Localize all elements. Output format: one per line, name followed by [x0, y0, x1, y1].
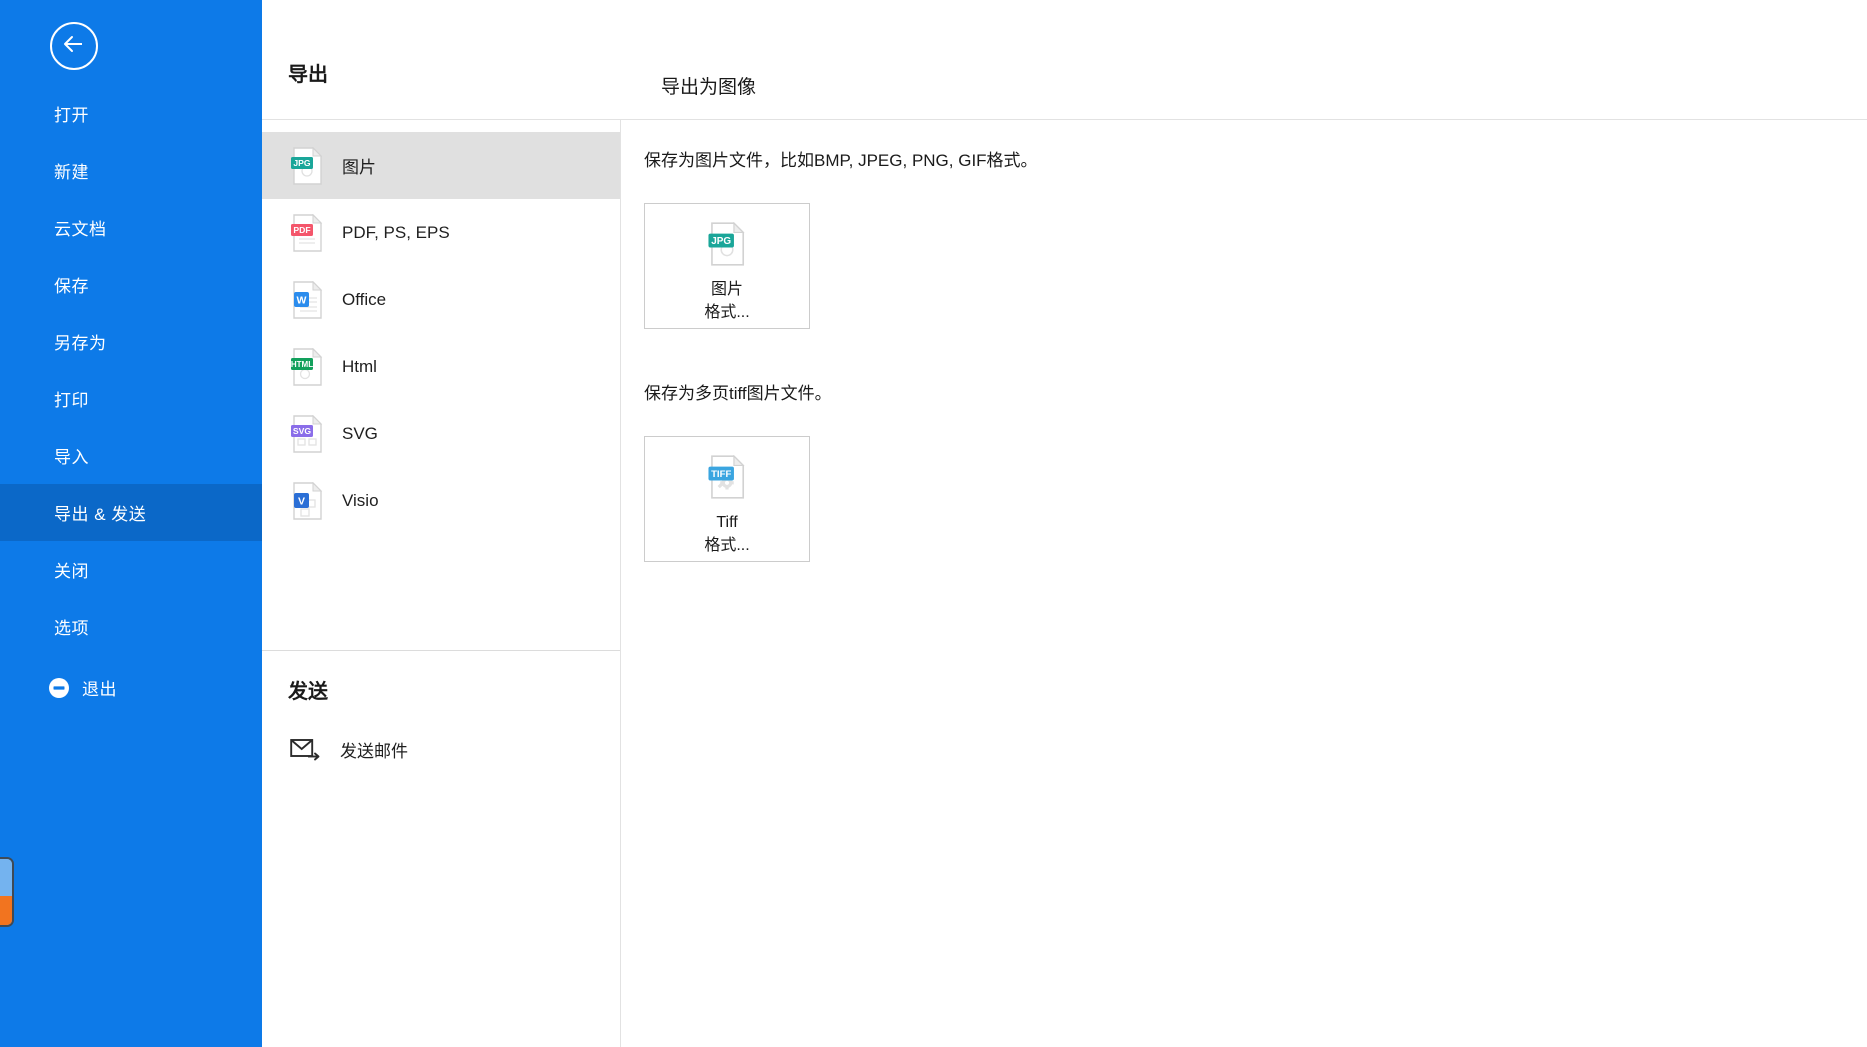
section-description-tiff: 保存为多页tiff图片文件。: [644, 384, 832, 403]
svg-text:V: V: [298, 495, 305, 507]
sidebar-item-label: 导入: [54, 448, 89, 467]
section-description-image: 保存为图片文件，比如BMP, JPEG, PNG, GIF格式。: [644, 151, 1038, 170]
visio-file-icon: V: [290, 481, 324, 520]
svg-text:HTML: HTML: [291, 360, 313, 369]
jpg-file-icon: JPG: [290, 146, 324, 185]
tiff-file-icon: TIFF: [707, 454, 747, 499]
send-mail-label: 发送邮件: [340, 741, 408, 761]
svg-text:PDF: PDF: [293, 225, 310, 235]
svg-text:JPG: JPG: [293, 158, 311, 168]
sidebar-item-print[interactable]: 打印: [0, 370, 262, 427]
export-format-html[interactable]: HTML Html: [262, 333, 620, 400]
divider: [262, 119, 620, 120]
sidebar-item-label: 选项: [54, 619, 89, 638]
sidebar-item-save[interactable]: 保存: [0, 256, 262, 313]
send-mail-item[interactable]: 发送邮件: [262, 723, 620, 775]
export-format-pdf-ps-eps[interactable]: PDF PDF, PS, EPS: [262, 199, 620, 266]
rail-menu: 打开 新建 云文档 保存 另存为 打印 导入 导出 & 发送 关闭 选项 退出: [0, 85, 262, 716]
jpg-file-icon: JPG: [707, 221, 747, 266]
card-line-2: 格式...: [704, 304, 750, 322]
export-options-column: 导出 JPG 图片 PDF PDF, PS, EPS W Office HTML…: [262, 0, 620, 1047]
svg-text:JPG: JPG: [711, 236, 731, 247]
mini-widget-top: [0, 859, 12, 896]
sidebar-item-label: 关闭: [54, 562, 89, 581]
sidebar-item-close[interactable]: 关闭: [0, 541, 262, 598]
svg-text:W: W: [297, 294, 307, 306]
export-format-label: Office: [342, 289, 387, 309]
sidebar-item-label: 打开: [54, 106, 89, 125]
export-format-image[interactable]: JPG 图片: [262, 132, 620, 199]
back-arrow-icon: [61, 34, 87, 59]
card-line-2: 格式...: [704, 537, 750, 555]
left-navigation-rail: 打开 新建 云文档 保存 另存为 打印 导入 导出 & 发送 关闭 选项 退出: [0, 0, 262, 1047]
svg-text:TIFF: TIFF: [711, 469, 731, 480]
export-format-office[interactable]: W Office: [262, 266, 620, 333]
sidebar-item-exit[interactable]: 退出: [0, 659, 262, 716]
export-format-list: JPG 图片 PDF PDF, PS, EPS W Office HTML Ht…: [262, 132, 620, 534]
sidebar-item-options[interactable]: 选项: [0, 598, 262, 655]
sidebar-item-label: 新建: [54, 163, 89, 182]
sidebar-item-cloud-docs[interactable]: 云文档: [0, 199, 262, 256]
divider: [621, 119, 1867, 120]
send-heading: 发送: [288, 681, 328, 703]
sidebar-item-label: 退出: [82, 680, 117, 699]
sidebar-item-label: 另存为: [54, 334, 107, 353]
sidebar-item-import[interactable]: 导入: [0, 427, 262, 484]
export-format-visio[interactable]: V Visio: [262, 467, 620, 534]
export-format-label: SVG: [342, 423, 378, 443]
export-format-label: PDF, PS, EPS: [342, 222, 450, 242]
divider: [262, 650, 620, 651]
export-format-label: 图片: [342, 158, 376, 177]
export-heading: 导出: [288, 64, 328, 86]
html-file-icon: HTML: [290, 347, 324, 386]
app-window: 亿图图示 爱学习的...: [0, 0, 1867, 1047]
sidebar-item-label: 云文档: [54, 220, 107, 239]
export-format-label: Visio: [342, 490, 379, 510]
sidebar-item-label: 打印: [54, 391, 89, 410]
card-line-1: 图片: [710, 281, 743, 298]
floating-mini-widget[interactable]: [0, 857, 14, 927]
sidebar-item-save-as[interactable]: 另存为: [0, 313, 262, 370]
sidebar-item-label: 保存: [54, 277, 89, 296]
sidebar-item-label: 导出 & 发送: [54, 505, 147, 524]
page-title: 导出为图像: [661, 77, 757, 98]
send-mail-icon: [290, 737, 320, 761]
export-image-format-card[interactable]: JPG 图片 格式...: [644, 203, 810, 329]
back-button[interactable]: [50, 22, 98, 70]
export-tiff-format-card-label: Tiff 格式...: [704, 511, 749, 557]
svg-file-icon: SVG: [290, 414, 324, 453]
pdf-file-icon: PDF: [290, 213, 324, 252]
minus-circle-icon: [48, 677, 70, 699]
sidebar-item-new[interactable]: 新建: [0, 142, 262, 199]
card-line-1: Tiff: [716, 514, 738, 531]
sidebar-item-open[interactable]: 打开: [0, 85, 262, 142]
export-format-svg[interactable]: SVG SVG: [262, 400, 620, 467]
word-file-icon: W: [290, 280, 324, 319]
mini-widget-bottom: [0, 895, 12, 925]
export-tiff-format-card[interactable]: TIFF Tiff 格式...: [644, 436, 810, 562]
export-image-format-card-label: 图片 格式...: [704, 278, 749, 324]
sidebar-item-export-and-send[interactable]: 导出 & 发送: [0, 484, 262, 541]
export-format-label: Html: [342, 356, 377, 376]
svg-text:SVG: SVG: [293, 426, 311, 436]
export-detail-pane: 导出为图像 保存为图片文件，比如BMP, JPEG, PNG, GIF格式。 J…: [621, 0, 1867, 1047]
